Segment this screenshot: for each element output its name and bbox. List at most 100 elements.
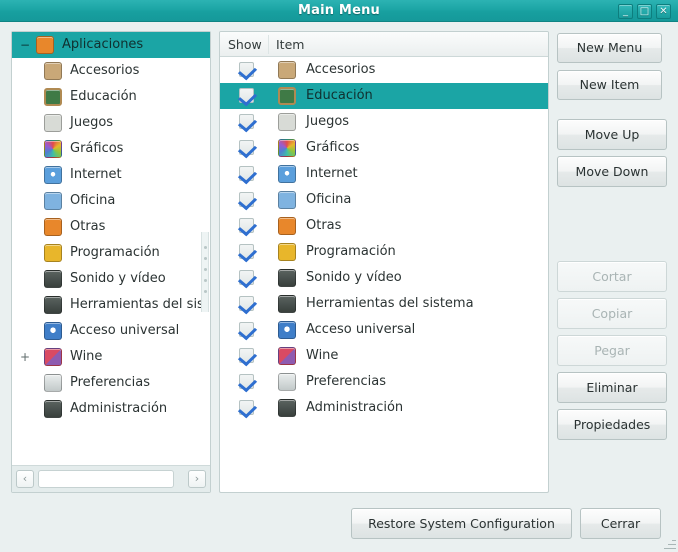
menu-item-list-panel[interactable]: Show Item Accesorios Educación Juegos Gráfi… [219,31,549,493]
show-checkbox[interactable] [239,270,254,285]
list-header: Show Item [220,32,548,57]
show-checkbox[interactable] [239,244,254,259]
tree-item[interactable]: Programación [12,240,210,266]
tree-item[interactable]: Accesorios [12,58,210,84]
expander-placeholder-icon [18,370,32,396]
window-title: Main Menu [297,3,380,18]
programming-icon [44,244,62,262]
restore-system-configuration-button[interactable]: Restore System Configuration [351,508,572,539]
close-dialog-button[interactable]: Cerrar [580,508,661,539]
universal-access-icon [278,321,296,339]
list-item[interactable]: Sonido y vídeo [220,265,548,291]
move-up-button[interactable]: Move Up [557,119,667,150]
expander-placeholder-icon [18,136,32,162]
list-item[interactable]: Otras [220,213,548,239]
list-item[interactable]: Accesorios [220,57,548,83]
tree-item[interactable]: Educación [12,84,210,110]
collapse-icon[interactable]: − [18,32,32,58]
delete-button[interactable]: Eliminar [557,372,667,403]
paste-button: Pegar [557,335,667,366]
column-header-show[interactable]: Show [228,32,262,57]
list-body[interactable]: Accesorios Educación Juegos Gráficos Interne… [220,57,548,421]
tree-item-label: Wine [70,349,103,364]
preferences-icon [278,373,296,391]
tree-item-label: Juegos [70,115,114,130]
tree-item[interactable]: Acceso universal [12,318,210,344]
tree-vertical-scrollbar[interactable] [201,232,209,312]
universal-access-icon [44,322,62,340]
new-menu-button[interactable]: New Menu [557,33,662,63]
sound-video-icon [44,270,62,288]
show-checkbox[interactable] [239,140,254,155]
list-item[interactable]: Acceso universal [220,317,548,343]
show-checkbox[interactable] [239,166,254,181]
menu-tree-panel[interactable]: − Aplicaciones Accesorios Educación Juegos Gr… [11,31,211,493]
expand-icon[interactable]: + [18,344,32,370]
show-checkbox[interactable] [239,192,254,207]
list-item[interactable]: Educación [220,83,548,109]
menu-tree-list[interactable]: − Aplicaciones Accesorios Educación Juegos Gr… [12,32,210,464]
list-item[interactable]: Gráficos [220,135,548,161]
list-item[interactable]: Programación [220,239,548,265]
window-titlebar[interactable]: Main Menu _ □ ✕ [0,0,678,22]
accessories-icon [278,61,296,79]
preferences-icon [44,374,62,392]
wine-icon [44,348,62,366]
resize-grip-icon[interactable] [662,536,676,550]
tree-item[interactable]: Oficina [12,188,210,214]
show-checkbox[interactable] [239,114,254,129]
scroll-right-icon[interactable]: › [188,470,206,488]
list-item[interactable]: Administración [220,395,548,421]
list-item[interactable]: Wine [220,343,548,369]
show-checkbox[interactable] [239,322,254,337]
tree-item[interactable]: Internet [12,162,210,188]
tree-item[interactable]: + Wine [12,344,210,370]
column-divider[interactable] [268,35,269,54]
list-item[interactable]: Herramientas del sistema [220,291,548,317]
list-item-label: Herramientas del sistema [306,296,474,311]
list-item[interactable]: Internet [220,161,548,187]
tree-item-label: Sonido y vídeo [70,271,166,286]
tree-item[interactable]: Preferencias [12,370,210,396]
list-item[interactable]: Juegos [220,109,548,135]
list-item-label: Accesorios [306,62,376,77]
column-header-item[interactable]: Item [276,32,304,57]
cut-button: Cortar [557,261,667,292]
tree-item[interactable]: Gráficos [12,136,210,162]
tree-item-label: Administración [70,401,168,416]
tree-item[interactable]: Sonido y vídeo [12,266,210,292]
list-item[interactable]: Preferencias [220,369,548,395]
show-checkbox[interactable] [239,218,254,233]
maximize-button[interactable]: □ [637,4,652,19]
expander-placeholder-icon [18,188,32,214]
list-item[interactable]: Oficina [220,187,548,213]
show-checkbox[interactable] [239,400,254,415]
properties-button[interactable]: Propiedades [557,409,667,440]
tree-item[interactable]: Herramientas del sist [12,292,210,318]
tree-hscroll-thumb[interactable] [38,470,174,488]
list-item-label: Sonido y vídeo [306,270,402,285]
list-item-label: Programación [306,244,396,259]
tree-item[interactable]: Juegos [12,110,210,136]
minimize-button[interactable]: _ [618,4,633,19]
office-icon [278,191,296,209]
scroll-left-icon[interactable]: ‹ [16,470,34,488]
show-checkbox[interactable] [239,348,254,363]
show-checkbox[interactable] [239,374,254,389]
show-checkbox[interactable] [239,62,254,77]
tree-item-root[interactable]: − Aplicaciones [12,32,210,58]
tree-item[interactable]: Administración [12,396,210,422]
new-item-button[interactable]: New Item [557,70,662,100]
move-down-button[interactable]: Move Down [557,156,667,187]
tree-item[interactable]: Otras [12,214,210,240]
other-icon [44,218,62,236]
expander-placeholder-icon [18,266,32,292]
close-icon: ✕ [659,6,668,17]
tree-item-label: Oficina [70,193,116,208]
internet-icon [44,166,62,184]
list-item-label: Preferencias [306,374,387,389]
show-checkbox[interactable] [239,88,254,103]
tree-horizontal-scrollbar[interactable]: ‹ › [12,465,210,492]
show-checkbox[interactable] [239,296,254,311]
close-button[interactable]: ✕ [656,4,671,19]
